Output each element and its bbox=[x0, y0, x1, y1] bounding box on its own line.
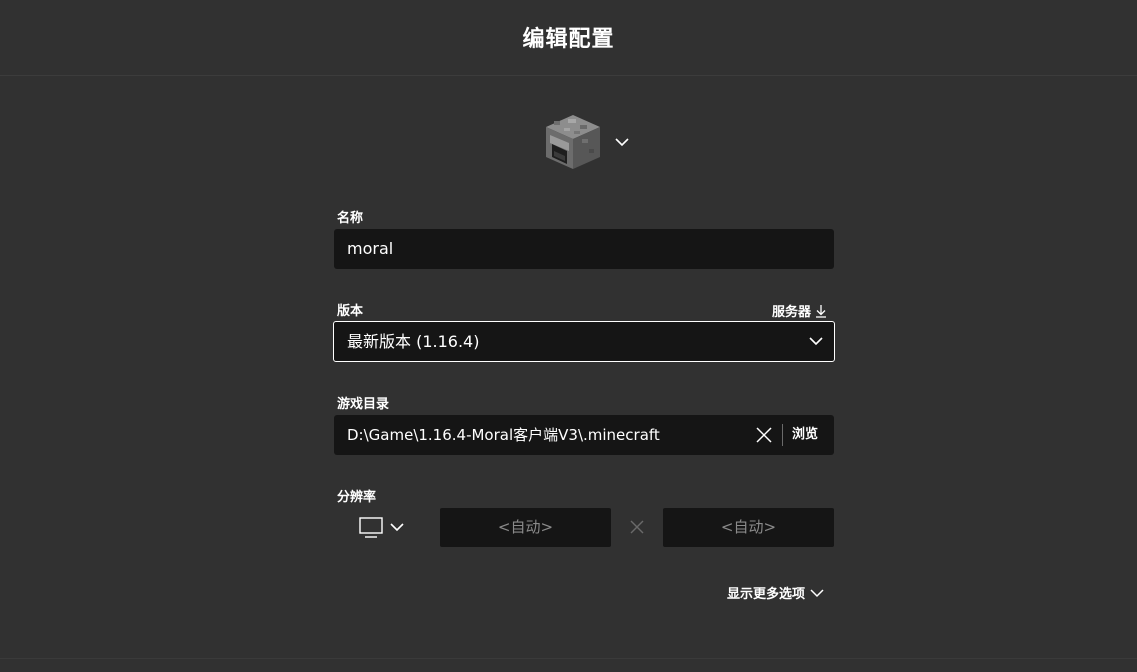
resolution-label: 分辨率 bbox=[337, 490, 377, 505]
version-selected-value: 最新版本 (1.16.4) bbox=[347, 332, 480, 351]
separator bbox=[782, 424, 783, 446]
show-more-options-button[interactable]: 显示更多选项 bbox=[727, 583, 825, 602]
header: 编辑配置 bbox=[0, 0, 1137, 76]
profile-icon-picker[interactable] bbox=[542, 110, 634, 174]
chevron-down-icon[interactable] bbox=[390, 522, 404, 532]
monitor-icon[interactable] bbox=[358, 516, 384, 540]
name-field[interactable]: moral bbox=[334, 229, 834, 269]
version-label: 版本 bbox=[337, 304, 364, 319]
game-dir-value: D:\Game\1.16.4-Moral客户端V3\.minecraft bbox=[347, 426, 660, 444]
game-dir-label: 游戏目录 bbox=[337, 397, 390, 412]
close-icon[interactable] bbox=[754, 425, 774, 445]
server-link-label: 服务器 bbox=[772, 305, 812, 320]
page-title: 编辑配置 bbox=[522, 27, 615, 52]
edit-profile-page: 编辑配置 名称 moral 版本 服务器 最新版本 (1.16.4) 游戏目录 … bbox=[0, 0, 1137, 672]
server-download-link[interactable]: 服务器 bbox=[772, 301, 827, 320]
times-icon bbox=[630, 520, 644, 534]
name-value: moral bbox=[347, 239, 394, 258]
game-dir-field[interactable]: D:\Game\1.16.4-Moral客户端V3\.minecraft 浏览 bbox=[334, 415, 834, 455]
chevron-down-icon bbox=[809, 337, 823, 346]
browse-button[interactable]: 浏览 bbox=[792, 415, 818, 455]
download-arrow-icon bbox=[816, 304, 827, 318]
resolution-height-input[interactable]: <自动> bbox=[663, 508, 834, 547]
more-options-label: 显示更多选项 bbox=[727, 587, 806, 602]
chevron-down-icon bbox=[810, 588, 824, 597]
footer-divider bbox=[0, 658, 1137, 659]
name-label: 名称 bbox=[337, 211, 364, 226]
resolution-width-input[interactable]: <自动> bbox=[440, 508, 611, 547]
version-select[interactable]: 最新版本 (1.16.4) bbox=[333, 321, 835, 362]
chevron-down-icon bbox=[615, 138, 629, 147]
furnace-icon bbox=[546, 115, 600, 169]
resolution-row: <自动> <自动> bbox=[334, 508, 834, 547]
